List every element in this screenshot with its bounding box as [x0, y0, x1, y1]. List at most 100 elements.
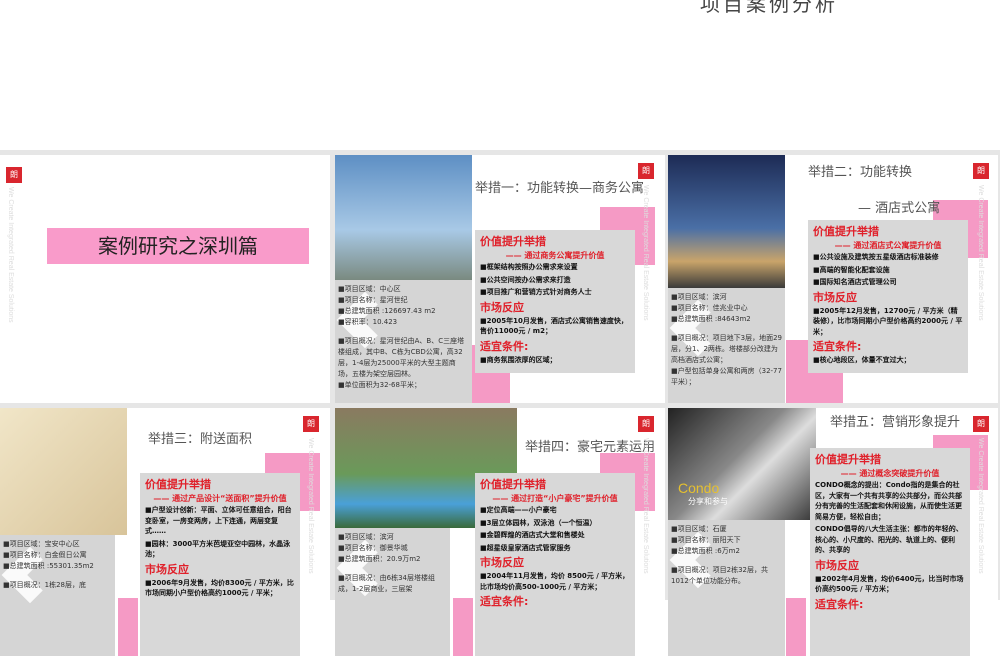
value-item: ■高端的智能化配套设施	[813, 265, 890, 274]
photo-caption-cn: 分享和参与	[688, 497, 728, 506]
value-box: 价值提升举措 —— 通过商务公寓提升价值 ■框架结构按照办公需求来设置 ■公共空间按办…	[475, 230, 635, 373]
info-line: ■项目区域：中心区	[338, 285, 401, 293]
market-heading: 市场反应	[480, 556, 524, 569]
value-item: ■公共设施及建筑按五星级酒店标准装修	[813, 253, 939, 261]
value-heading: 价值提升举措	[145, 478, 211, 491]
info-line: ■总建筑面积：20.9万m2	[338, 555, 421, 563]
brand-tagline: We Create Integrated Real Estate Solutio…	[642, 185, 649, 321]
value-item: ■公共空间按办公需求来打造	[480, 275, 571, 284]
value-item: ■3层立体园林，双泳池（一个恒温）	[480, 518, 597, 527]
value-subheading: —— 通过酒店式公寓提升价值	[834, 241, 942, 250]
value-box: 价值提升举措 —— 通过酒店式公寓提升价值 ■公共设施及建筑按五星级酒店标准装修 ■高…	[808, 220, 968, 373]
project-info: ■项目区域：滨河 ■项目名称：佳兆业中心 ■总建筑面积 :84643m2 ■项目概况：…	[668, 288, 785, 403]
market-heading: 市场反应	[480, 300, 524, 314]
project-photo	[335, 155, 472, 280]
photo-caption: Condo	[678, 480, 720, 496]
slide-cover[interactable]: 朗 We Create Integrated Real Estate Soluti…	[0, 155, 330, 403]
pink-decoration	[786, 598, 806, 656]
value-heading: 价值提升举措	[815, 453, 881, 466]
info-line: ■项目名称：星河世纪	[338, 296, 408, 304]
info-line: ■总建筑面积 :55301.35m2	[3, 562, 94, 570]
info-line: ■总建筑面积 :126697.43 m2	[338, 307, 436, 315]
value-item: ■定位高端——小户豪宅	[480, 506, 557, 514]
value-item: ■框架结构按照办公需求来设置	[480, 263, 578, 271]
info-line: ■项目名称：御景华城	[338, 544, 408, 552]
market-item: ■2006年9月发售，均价8300元 / 平方米，比市场同期小户型价格高约100…	[145, 578, 294, 598]
info-line: ■总建筑面积 :84643m2	[671, 315, 751, 323]
slide-4[interactable]: ■项目区域：滨河 ■项目名称：御景华城 ■总建筑面积：20.9万m2 ■项目概况：由6…	[335, 408, 665, 656]
conditions-heading: 适宜条件:	[815, 597, 864, 611]
info-line: ■总建筑面积 :6万m2	[671, 547, 740, 555]
project-photo	[668, 155, 785, 288]
info-line: ■项目概况：项目2栋32层，共1012个单位功能分布。	[671, 566, 768, 585]
slide-3[interactable]: ■项目区域：宝安中心区 ■项目名称：白金假日公寓 ■总建筑面积 :55301.35m…	[0, 408, 330, 656]
value-item: ■超星级皇家酒店式管家服务	[480, 543, 571, 552]
info-line: ■项目名称：白金假日公寓	[3, 551, 87, 559]
info-line: ■项目区域：宝安中心区	[3, 540, 80, 548]
project-info: ■项目区域：滨河 ■项目名称：御景华城 ■总建筑面积：20.9万m2 ■项目概况：由6…	[335, 528, 450, 656]
market-heading: 市场反应	[815, 558, 859, 572]
slide-grid: 朗 We Create Integrated Real Estate Soluti…	[0, 150, 1000, 656]
info-line: ■项目区域：滨河	[671, 293, 727, 301]
value-heading: 价值提升举措	[813, 225, 879, 238]
info-line	[3, 572, 112, 580]
slide-2[interactable]: ■项目区域：滨河 ■项目名称：佳兆业中心 ■总建筑面积 :84643m2 ■项目概况：…	[668, 155, 998, 403]
brand-logo: 朗	[6, 167, 22, 183]
slide-title: 举措三：附送面积	[148, 432, 253, 447]
value-item: ■户型设计创新：平面、立体可任意组合，阳台变卧室，一房变两房，上下连通，两层变复…	[145, 506, 292, 535]
brand-logo: 朗	[638, 163, 654, 179]
info-line	[338, 565, 447, 573]
value-heading: 价值提升举措	[480, 478, 546, 491]
value-item: ■园林：3000平方米芭堤亚空中园林，水晶泳池；	[145, 539, 291, 559]
project-info: ■项目区域：中心区 ■项目名称：星河世纪 ■总建筑面积 :126697.43 m2 ■…	[335, 280, 472, 403]
brand-logo: 朗	[973, 416, 989, 432]
value-subheading: —— 通过产品设计“送面积”提升价值	[153, 494, 287, 503]
slide-title: 举措二：功能转换	[808, 165, 913, 180]
brand-logo: 朗	[638, 416, 654, 432]
slide-subtitle: — 酒店式公寓	[858, 201, 941, 216]
brand-tagline: We Create Integrated Real Estate Solutio…	[642, 438, 649, 574]
slide-title: 举措四：豪宅元素运用	[525, 440, 656, 455]
info-line: ■户型包括单身公寓和两房（32-77平米）；	[671, 367, 782, 386]
value-item: ■国际知名酒店式管理公司	[813, 278, 897, 286]
brand-tagline: We Create Integrated Real Estate Solutio…	[7, 187, 14, 323]
value-item: CONDO概念的提出：Condo指的是集合的社区，大家有一个共有共享的公共部分，…	[815, 481, 962, 521]
condition-item: ■核心地段区，体量不宜过大；	[813, 356, 911, 364]
info-line: ■项目概况：由6栋34层塔楼组成，1-2层商业，三层架	[338, 574, 435, 593]
value-box: 价值提升举措 —— 通过概念突破提升价值 CONDO概念的提出：Condo指的是集合…	[810, 448, 970, 656]
info-line: ■项目概况：星河世纪由A、B、C三座塔楼组成，其中B、C栋为CBD公寓，高32层…	[338, 337, 465, 378]
market-item: ■2005年10月发售，酒店式公寓销售速度快，售价11000元 / m2；	[480, 316, 628, 336]
info-line: ■项目概况：1栋28层，底	[3, 581, 86, 589]
value-item: ■金碧辉煌的酒店式大堂和售楼处	[480, 531, 585, 539]
brand-logo: 朗	[303, 416, 319, 432]
cover-title: 案例研究之深圳篇	[47, 228, 309, 264]
value-item: ■项目推广和营销方式针对商务人士	[480, 288, 592, 296]
info-line: ■容积率：10.423	[338, 318, 398, 326]
slide-title: 举措一：功能转换—商务公寓	[475, 181, 645, 196]
info-line: ■项目概况：项目地下3层，地面29层，分1、2两栋。塔楼部分改建为高档酒店式公寓…	[671, 334, 782, 364]
conditions-heading: 适宜条件:	[480, 339, 529, 353]
slide-5[interactable]: Condo 分享和参与 ■项目区域：石厦 ■项目名称：丽阳天下 ■总建筑面积 :6万m2…	[668, 408, 998, 656]
brand-tagline: We Create Integrated Real Estate Solutio…	[977, 185, 984, 321]
project-photo: Condo 分享和参与	[668, 408, 816, 520]
pink-decoration	[453, 598, 473, 656]
conditions-heading: 适宜条件:	[480, 595, 529, 608]
info-line: ■项目名称：佳兆业中心	[671, 304, 748, 312]
value-subheading: —— 通过商务公寓提升价值	[505, 251, 605, 260]
brand-logo: 朗	[973, 163, 989, 179]
conditions-heading: 适宜条件:	[813, 340, 862, 353]
value-subheading: —— 通过概念突破提升价值	[840, 469, 940, 478]
slide-title: 举措五：营销形象提升	[830, 415, 961, 430]
project-info: ■项目区域：宝安中心区 ■项目名称：白金假日公寓 ■总建筑面积 :55301.35m…	[0, 535, 115, 656]
info-line	[671, 557, 782, 565]
value-heading: 价值提升举措	[480, 235, 546, 248]
value-subheading: —— 通过打造“小户豪宅”提升价值	[492, 494, 618, 503]
page-top: 项目案例分析	[0, 0, 1000, 150]
brand-tagline: We Create Integrated Real Estate Solutio…	[307, 438, 314, 574]
slide-1[interactable]: ■项目区域：中心区 ■项目名称：星河世纪 ■总建筑面积 :126697.43 m2 ■…	[335, 155, 665, 403]
condition-item: ■商务氛围浓厚的区域；	[480, 355, 557, 364]
info-line: ■项目名称：丽阳天下	[671, 536, 741, 544]
info-line	[338, 328, 469, 336]
market-heading: 市场反应	[813, 290, 857, 304]
market-item: ■2005年12月发售，12700元 / 平方米（精装修），比市场同期小户型价格…	[813, 306, 963, 336]
